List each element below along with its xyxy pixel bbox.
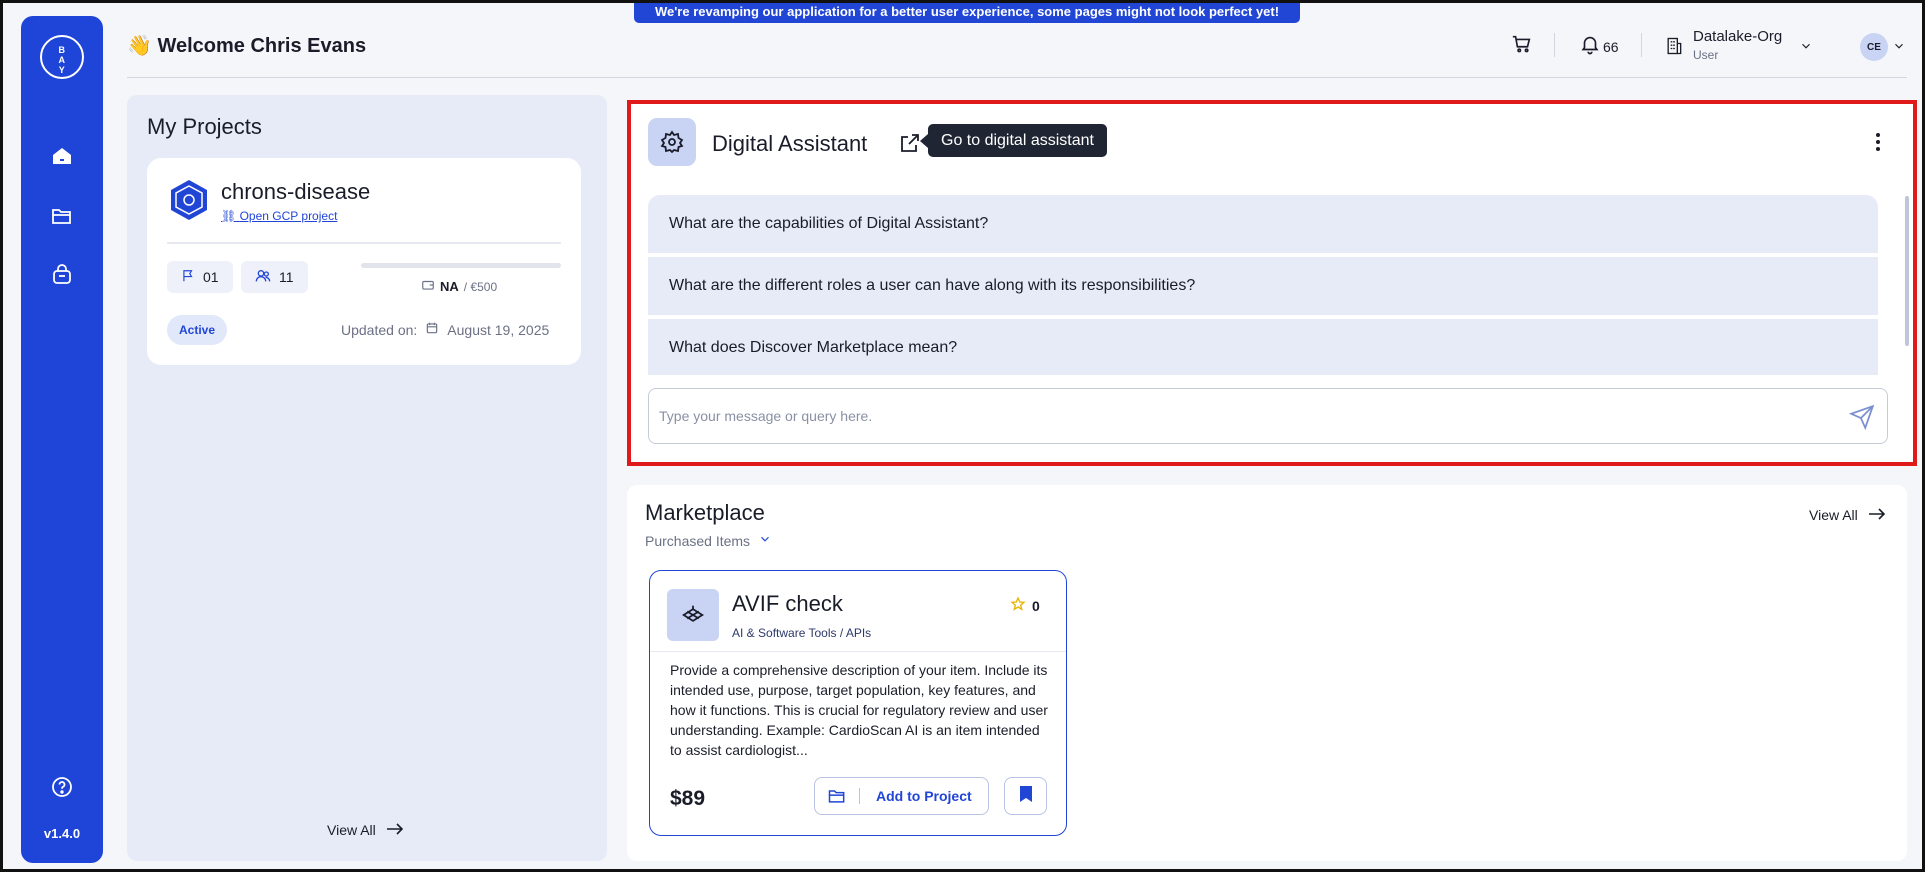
sidebar: BAY v1.4.0 (21, 16, 103, 863)
home-icon[interactable] (47, 141, 77, 171)
chevron-down-icon (758, 532, 772, 549)
bookmark-icon (1017, 784, 1035, 809)
org-role: User (1693, 48, 1719, 62)
announcement-banner: We're revamping our application for a be… (634, 3, 1300, 23)
project-name[interactable]: chrons-disease (221, 179, 370, 205)
item-title[interactable]: AVIF check (732, 591, 843, 617)
item-category: AI & Software Tools / APIs (732, 626, 872, 640)
user-chevron-down-icon[interactable] (1892, 39, 1906, 53)
flag-icon (181, 269, 195, 286)
bag-icon[interactable] (47, 260, 77, 290)
card-divider (167, 242, 561, 244)
my-projects-title: My Projects (147, 114, 262, 139)
link-icon: ⛓ (221, 209, 237, 223)
members-chip: 11 (241, 261, 308, 293)
users-icon (255, 268, 271, 287)
arrow-right-icon (386, 822, 404, 838)
add-to-project-button[interactable]: Add to Project (814, 777, 989, 815)
more-options-icon[interactable] (1870, 130, 1886, 154)
status-badge: Active (167, 315, 228, 345)
cart-icon[interactable] (1511, 33, 1533, 55)
add-to-project-label: Add to Project (876, 788, 972, 804)
org-name[interactable]: Datalake-Org (1693, 28, 1782, 45)
header-divider-line (127, 77, 1907, 78)
notifications-button[interactable]: 66 (1579, 33, 1619, 60)
marketplace-view-all-label: View All (1809, 507, 1858, 523)
item-description: Provide a comprehensive description of y… (670, 662, 1048, 758)
org-chevron-down-icon[interactable] (1799, 39, 1813, 53)
project-card[interactable]: chrons-disease ⛓ Open GCP project 01 11 … (147, 158, 581, 365)
members-count: 11 (279, 269, 294, 285)
flags-chip: 01 (167, 261, 233, 293)
my-projects-panel: My Projects chrons-disease ⛓ Open GCP pr… (127, 95, 607, 861)
marketplace-item-card[interactable]: AVIF check AI & Software Tools / APIs 0 … (649, 570, 1067, 836)
notification-count: 66 (1603, 38, 1619, 55)
projects-view-all-label: View All (327, 822, 376, 838)
suggested-question[interactable]: What are the capabilities of Digital Ass… (648, 195, 1878, 253)
assistant-gear-icon (648, 118, 696, 166)
marketplace-panel: Marketplace Purchased Items View All AVI… (627, 485, 1907, 861)
header-divider (1554, 33, 1555, 57)
purchased-items-dropdown[interactable]: Purchased Items (645, 532, 772, 549)
updated-label: Updated on: (341, 321, 418, 338)
marketplace-view-all-link[interactable]: View All (1809, 507, 1886, 523)
budget-total: / €500 (463, 279, 498, 294)
budget-info: NA / €500 (421, 278, 497, 295)
avatar[interactable]: CE (1860, 33, 1888, 61)
digital-assistant-panel: Digital Assistant Go to digital assistan… (627, 100, 1917, 466)
bayer-logo[interactable]: BAY (40, 35, 84, 79)
item-price: $89 (670, 787, 706, 810)
wallet-icon (421, 278, 435, 295)
arrow-right-icon (1868, 507, 1886, 523)
header-divider (1641, 33, 1642, 57)
questions-scrollbar[interactable] (1905, 196, 1909, 346)
external-link-icon[interactable] (898, 131, 922, 155)
purchased-items-label: Purchased Items (645, 532, 751, 549)
budget-used: NA (440, 279, 459, 294)
help-icon[interactable] (47, 772, 77, 802)
message-input[interactable] (659, 404, 1809, 428)
item-rating: 0 (1010, 596, 1040, 615)
go-to-assistant-tooltip: Go to digital assistant (920, 124, 1107, 157)
bookmark-button[interactable] (1004, 777, 1047, 815)
budget-progress-bar (361, 263, 561, 268)
star-icon[interactable] (1010, 596, 1026, 615)
welcome-heading: 👋 Welcome Chris Evans (127, 35, 367, 57)
updated-info: Updated on: August 19, 2025 (341, 321, 549, 338)
button-divider (859, 788, 860, 804)
calendar-icon (425, 321, 439, 338)
updated-date: August 19, 2025 (447, 321, 550, 338)
folder-icon[interactable] (47, 201, 77, 231)
item-divider (650, 651, 1066, 652)
open-gcp-project-label: Open GCP project (239, 209, 338, 223)
building-icon (1664, 36, 1684, 56)
folder-icon (815, 786, 859, 806)
bell-icon (1579, 33, 1601, 60)
open-gcp-project-link[interactable]: ⛓ Open GCP project (221, 209, 337, 223)
app-version: v1.4.0 (43, 826, 81, 841)
marketplace-title: Marketplace (645, 500, 765, 525)
rating-count: 0 (1032, 597, 1040, 614)
digital-assistant-title: Digital Assistant (712, 131, 868, 156)
project-hexagon-icon (167, 178, 211, 222)
send-icon[interactable] (1848, 404, 1875, 431)
item-thumbnail-icon (667, 589, 719, 641)
projects-view-all-link[interactable]: View All (327, 822, 404, 838)
suggested-question[interactable]: What does Discover Marketplace mean? (648, 319, 1878, 375)
message-box (648, 388, 1888, 444)
suggested-question[interactable]: What are the different roles a user can … (648, 257, 1878, 315)
flags-count: 01 (203, 269, 219, 285)
